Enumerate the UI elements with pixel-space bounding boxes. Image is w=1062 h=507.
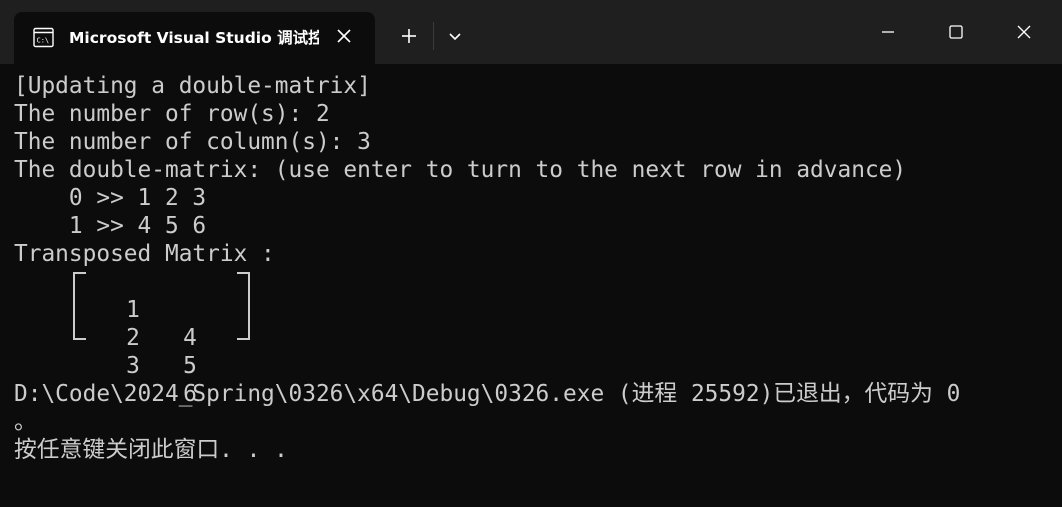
matrix-row: 1 4 xyxy=(14,268,197,351)
console-output[interactable]: [Updating a double-matrix] The number of… xyxy=(14,72,1054,464)
matrix-cell: 5 xyxy=(183,353,197,379)
transposed-matrix: 1 4 2 5 3 6 xyxy=(14,268,1054,407)
title-bar: C:\ Microsoft Visual Studio 调试控制台 xyxy=(0,0,1062,64)
tab-title: Microsoft Visual Studio 调试控制台 xyxy=(69,29,319,47)
console-line: The number of row(s): 2 xyxy=(14,101,330,127)
maximize-icon xyxy=(949,25,963,39)
close-icon xyxy=(1017,25,1031,39)
press-any-key-prompt: 按任意键关闭此窗口. . . xyxy=(14,437,288,463)
svg-text:C:\: C:\ xyxy=(37,37,50,45)
close-icon[interactable] xyxy=(332,24,356,48)
minimize-icon xyxy=(882,31,894,33)
console-app-icon: C:\ xyxy=(33,27,54,48)
console-line: The double-matrix: (use enter to turn to… xyxy=(14,157,907,183)
tab-debug-console[interactable]: C:\ Microsoft Visual Studio 调试控制台 xyxy=(14,12,375,64)
matrix-right-bracket xyxy=(237,272,250,340)
console-line: 0 >> 1 2 3 xyxy=(14,185,207,211)
chevron-down-icon[interactable] xyxy=(443,24,467,48)
plus-icon[interactable] xyxy=(397,24,421,48)
console-line: 1 >> 4 5 6 xyxy=(14,213,207,239)
matrix-row: 3 6 xyxy=(14,324,197,407)
matrix-cell: 4 xyxy=(183,325,197,351)
console-line: [Updating a double-matrix] xyxy=(14,73,371,99)
matrix-cell: 6 xyxy=(183,381,197,407)
matrix-row: 2 5 xyxy=(14,296,197,379)
terminal-window: C:\ Microsoft Visual Studio 调试控制台 xyxy=(0,0,1062,507)
matrix-cell: 3 xyxy=(126,353,140,379)
maximize-button[interactable] xyxy=(922,0,990,64)
console-line: Transposed Matrix : xyxy=(14,241,275,267)
exit-message-line: D:\Code\2024_Spring\0326\x64\Debug\0326.… xyxy=(14,381,961,407)
exit-message-continuation: 。 xyxy=(14,409,37,435)
console-line: The number of column(s): 3 xyxy=(14,129,371,155)
close-button[interactable] xyxy=(990,0,1058,64)
minimize-button[interactable] xyxy=(854,0,922,64)
title-divider xyxy=(433,22,434,50)
